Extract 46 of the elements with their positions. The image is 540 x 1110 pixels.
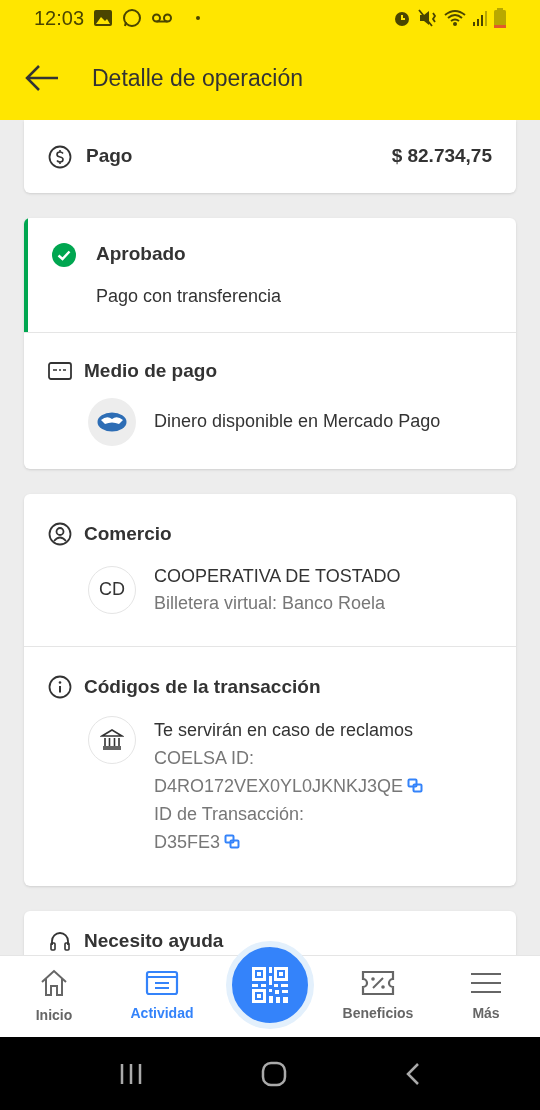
section-title: Comercio (84, 522, 172, 546)
activity-icon (145, 969, 179, 997)
merchant-name: COOPERATIVA DE TOSTADO (154, 564, 401, 588)
clock-time: 12:03 (34, 6, 85, 31)
image-icon (94, 10, 113, 26)
recent-apps-icon[interactable] (119, 1062, 143, 1085)
ticket-icon (361, 969, 395, 997)
wifi-icon (444, 9, 466, 27)
code-value: D4RO172VEX0YL0JKNKJ3QE (154, 774, 404, 798)
bank-icon (100, 727, 124, 752)
voicemail-icon (152, 13, 173, 23)
nav-tab[interactable]: Más (441, 969, 531, 1024)
merchant-subtitle: Billetera virtual: Banco Roela (154, 591, 387, 615)
home-button-icon[interactable] (261, 1060, 287, 1087)
code-label: COELSA ID: (154, 746, 256, 770)
back-icon[interactable] (405, 1061, 421, 1086)
back-arrow-icon[interactable] (24, 63, 60, 93)
qr-code-icon (252, 966, 288, 1003)
nav-tab[interactable]: Beneficios (333, 969, 423, 1024)
section-title: Medio de pago (84, 359, 217, 383)
chat-icon (122, 8, 143, 28)
dollar-circle-icon (48, 144, 72, 169)
mute-icon (418, 8, 438, 28)
section-title: Códigos de la transacción (84, 675, 321, 699)
headset-icon (48, 929, 72, 954)
handshake-logo-icon (97, 411, 127, 432)
status-subtitle: Pago con transferencia (95, 284, 283, 308)
section-title[interactable]: Necesito ayuda (84, 927, 224, 955)
payment-label: Pago (86, 144, 133, 169)
dot-icon (196, 16, 201, 20)
user-circle-icon (48, 522, 72, 547)
page-title: Detalle de operación (92, 63, 303, 93)
nav-tab[interactable]: Inicio (9, 967, 99, 1026)
info-icon (48, 675, 72, 700)
copy-icon[interactable] (407, 777, 424, 794)
signal-icon (472, 9, 488, 27)
codes-note: Te servirán en caso de reclamos (154, 718, 415, 742)
code-label: ID de Transacción: (154, 802, 306, 826)
status-title: Aprobado (96, 242, 186, 267)
code-value: D35FE3 (154, 830, 221, 854)
nav-tab[interactable]: Actividad (117, 969, 207, 1024)
battery-icon (494, 8, 506, 28)
payment-method-text: Dinero disponible en Mercado Pago (154, 410, 441, 433)
copy-icon[interactable] (224, 833, 241, 850)
card-icon (48, 362, 72, 381)
payment-amount: $ 82.734,75 (391, 144, 492, 169)
